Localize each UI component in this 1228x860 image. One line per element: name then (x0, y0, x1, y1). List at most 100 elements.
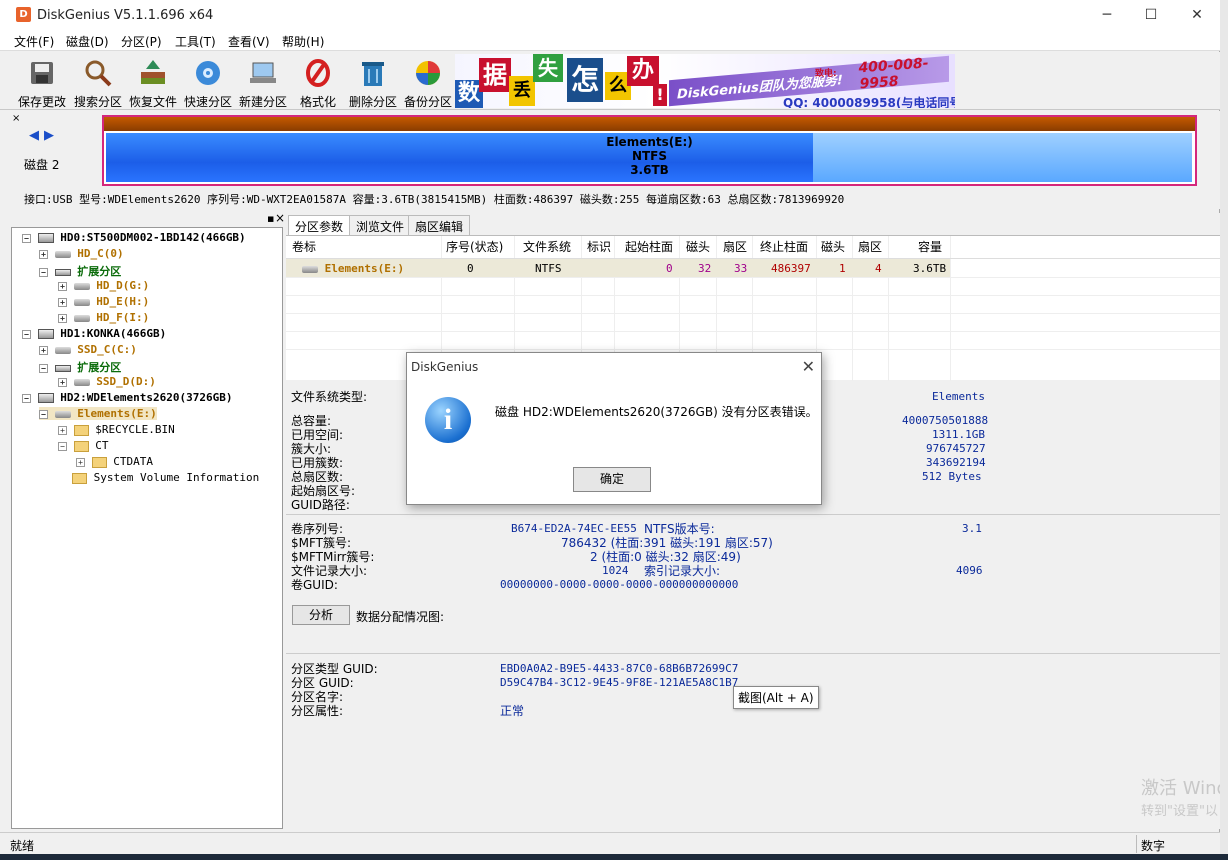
column-header[interactable]: 磁头 (821, 238, 845, 255)
column-header[interactable]: 磁头 (686, 238, 710, 255)
expand-icon[interactable]: + (58, 281, 67, 291)
save-changes-label: 保存更改 (17, 95, 66, 109)
table-row[interactable]: Elements(E:) 0 NTFS 0 32 33 486397 1 4 3… (286, 259, 950, 277)
table-cell: 486397 (771, 262, 811, 275)
new-partition-icon (250, 62, 276, 83)
collapse-icon[interactable]: − (22, 393, 31, 403)
tree-node[interactable]: − HD1:KONKA(466GB) (22, 327, 166, 340)
column-header[interactable]: 卷标 (292, 238, 316, 255)
expand-icon[interactable]: + (58, 377, 67, 387)
collapse-icon[interactable]: − (39, 409, 48, 419)
tree-node[interactable]: + HD_F(I:) (58, 311, 149, 324)
column-header[interactable]: 终止柱面 (760, 238, 808, 255)
tab-partition-params[interactable]: 分区参数 (288, 215, 351, 235)
partition-bar-size: 3.6TB (630, 163, 669, 177)
partition-icon (73, 282, 90, 290)
tree-close-icon[interactable]: × (275, 211, 285, 225)
partition-icon (73, 298, 90, 306)
column-header[interactable]: 扇区 (858, 238, 882, 255)
file-record-size-value: 1024 (602, 564, 629, 577)
partition-bar[interactable]: Elements(E:) NTFS 3.6TB (102, 115, 1197, 186)
tab-browse-files[interactable]: 浏览文件 (349, 215, 412, 235)
recover-files-button[interactable]: 恢复文件 (124, 56, 182, 110)
menu-file[interactable]: 文件(F) (14, 33, 54, 50)
menu-tools[interactable]: 工具(T) (175, 33, 216, 50)
save-changes-button[interactable]: 保存更改 (13, 56, 71, 110)
column-header[interactable]: 序号(状态) (446, 238, 503, 255)
column-header[interactable]: 扇区 (723, 238, 747, 255)
tree-node[interactable]: + HD_C(0) (39, 247, 124, 260)
disk-label: 磁盘 2 (24, 158, 60, 172)
tree-node-label: SSD_D(D:) (96, 375, 156, 388)
index-record-size-value: 4096 (956, 564, 983, 577)
quick-partition-button[interactable]: 快速分区 (179, 56, 237, 110)
tree-node-label: HD_E(H:) (96, 295, 150, 308)
tree-node[interactable]: − 扩展分区 (39, 263, 121, 279)
taskbar-edge (0, 854, 1228, 860)
info-icon: i (425, 397, 471, 443)
search-partition-button[interactable]: 搜索分区 (69, 56, 127, 110)
tree-node[interactable]: + $RECYCLE.BIN (58, 423, 175, 436)
expand-icon[interactable]: + (76, 457, 85, 467)
expand-icon[interactable]: + (58, 313, 67, 323)
menu-view[interactable]: 查看(V) (228, 33, 270, 50)
table-cell: 0 (467, 262, 474, 275)
disk-map-close[interactable]: × (12, 113, 20, 124)
search-icon (85, 60, 112, 87)
tree-node[interactable]: − 扩展分区 (39, 359, 121, 375)
format-button[interactable]: 格式化 (289, 56, 347, 110)
tree-node[interactable]: − CT (58, 439, 109, 452)
tree-node[interactable]: + CTDATA (76, 455, 153, 468)
column-header[interactable]: 起始柱面 (625, 238, 673, 255)
partition-detail-pane: 分区参数 浏览文件 扇区编辑 卷标 序号(状态) 文件系统 标识 起始柱面 磁头… (286, 213, 1220, 829)
collapse-icon[interactable]: − (39, 267, 48, 277)
ad-char: 丢 (509, 76, 535, 106)
collapse-icon[interactable]: − (22, 329, 31, 339)
tree-node[interactable]: + HD_D(G:) (58, 279, 149, 292)
ok-button[interactable]: 确定 (573, 467, 651, 492)
tree-node[interactable]: + SSD_D(D:) (58, 375, 156, 388)
next-disk-icon[interactable]: ▶ (44, 128, 54, 143)
new-partition-button[interactable]: 新建分区 (234, 56, 292, 110)
tree-node[interactable]: + HD_E(H:) (58, 295, 149, 308)
collapse-icon[interactable]: − (22, 233, 31, 243)
close-button[interactable]: ✕ (1174, 0, 1220, 30)
tree-node[interactable]: + SSD_C(C:) (39, 343, 137, 356)
expand-icon[interactable]: + (39, 345, 48, 355)
minimize-button[interactable]: ─ (1084, 0, 1130, 30)
expand-icon[interactable]: + (58, 297, 67, 307)
column-header[interactable]: 标识 (587, 238, 611, 255)
expand-icon[interactable]: + (58, 425, 67, 435)
screenshot-tooltip: 截图(Alt + A) (733, 686, 819, 709)
dialog-close-button[interactable]: ✕ (802, 353, 815, 381)
analyze-button[interactable]: 分析 (292, 605, 350, 625)
maximize-button[interactable]: ☐ (1128, 0, 1174, 30)
advertisement-banner[interactable]: 数 据 丢 失 怎 么 办 ! DiskGenius团队为您服务! 致电: 40… (455, 54, 955, 108)
expand-icon[interactable]: + (39, 249, 48, 259)
tree-node-label: HD_D(G:) (96, 279, 150, 292)
partition-bar-label: Elements(E:) NTFS 3.6TB (104, 135, 1195, 177)
tree-node-selected[interactable]: − Elements(E:) (39, 407, 157, 420)
folder-icon (73, 440, 89, 452)
title-bar: D DiskGenius V5.1.1.696 x64 ─ ☐ ✕ (0, 0, 1220, 30)
tree-node[interactable]: − HD2:WDElements2620(3726GB) (22, 391, 232, 404)
extended-partition-icon (54, 268, 71, 276)
disk-info-line: 接口:USB 型号:WDElements2620 序列号:WD-WXT2EA01… (24, 193, 845, 206)
folder-icon (91, 456, 107, 468)
partition-icon (54, 410, 71, 418)
collapse-icon[interactable]: − (39, 363, 48, 373)
tree-pin-icon[interactable]: ▪ (267, 212, 274, 225)
backup-partition-button[interactable]: 备份分区 (399, 56, 457, 110)
tree-node[interactable]: − HD0:ST500DM002-1BD142(466GB) (22, 231, 246, 244)
menu-partition[interactable]: 分区(P) (121, 33, 162, 50)
tab-sector-edit[interactable]: 扇区编辑 (408, 215, 471, 235)
menu-help[interactable]: 帮助(H) (282, 33, 324, 50)
menu-disk[interactable]: 磁盘(D) (66, 33, 109, 50)
column-header[interactable]: 容量 (918, 238, 942, 255)
column-header[interactable]: 文件系统 (523, 238, 571, 255)
table-cell: 3.6TB (913, 262, 947, 275)
delete-partition-button[interactable]: 删除分区 (344, 56, 402, 110)
tree-node[interactable]: System Volume Information (72, 471, 259, 484)
prev-disk-icon[interactable]: ◀ (29, 128, 39, 143)
collapse-icon[interactable]: − (58, 441, 67, 451)
